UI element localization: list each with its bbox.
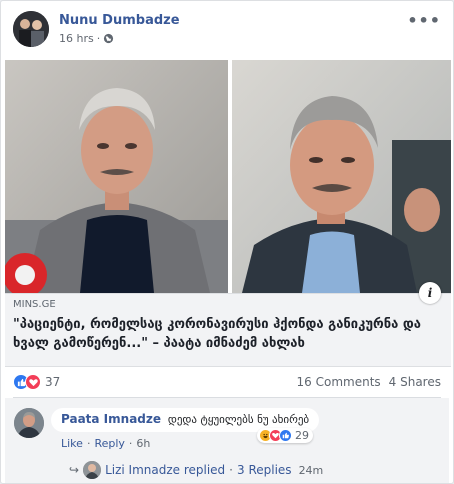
comment-text: დედა ტყუილებს ნუ ახირებ [167, 413, 310, 426]
reaction-summary[interactable]: 37 [13, 374, 60, 390]
replies-separator: · [229, 463, 233, 477]
reply-arrow-icon: ↪ [69, 463, 80, 477]
post-time[interactable]: 16 hrs [59, 32, 94, 45]
comment-like-button[interactable]: Like [61, 437, 83, 450]
photo-left-image [5, 60, 228, 293]
replies-label[interactable]: Lizi Imnadze replied [105, 463, 225, 477]
replier-avatar [83, 461, 102, 479]
action-separator: · [86, 437, 91, 450]
post-photos[interactable] [5, 60, 451, 293]
replies-count[interactable]: 3 Replies [237, 463, 292, 477]
facebook-post: Nunu Dumbadze 16 hrs · ••• MINS.GE "პაცი… [0, 0, 454, 484]
action-separator: · [128, 437, 133, 450]
author-name[interactable]: Nunu Dumbadze [59, 13, 180, 28]
avatar-image [13, 11, 49, 47]
replies-time: 24m [298, 463, 324, 477]
photo-right[interactable] [232, 60, 451, 293]
link-headline[interactable]: "პაციენტი, რომელსაც კორონავირუსი ჰქონდა … [13, 315, 439, 353]
more-options-icon[interactable]: ••• [407, 11, 441, 30]
meta-separator: · [96, 32, 101, 45]
shares-count[interactable]: 4 Shares [389, 375, 441, 389]
post-meta: 16 hrs · [59, 32, 114, 45]
author-avatar[interactable] [13, 11, 49, 47]
commenter-name[interactable]: Paata Imnadze [61, 412, 161, 426]
link-preview[interactable]: MINS.GE "პაციენტი, რომელსაც კორონავირუსი… [5, 282, 451, 367]
commenter-avatar-image [14, 408, 44, 438]
engagement-counts: 16 Comments 4 Shares [297, 375, 441, 389]
reaction-count: 37 [45, 375, 61, 389]
photo-right-image [232, 60, 451, 293]
comment-reactions[interactable]: 29 [257, 428, 313, 443]
comment-reaction-count: 29 [295, 429, 309, 442]
info-icon[interactable]: i [419, 282, 441, 304]
comment-section: Paata Imnadze დედა ტყუილებს ნუ ახირებ 29… [5, 398, 449, 483]
post-stats: 37 16 Comments 4 Shares [13, 373, 441, 393]
post-header: Nunu Dumbadze 16 hrs · ••• [13, 11, 443, 51]
comments-count[interactable]: 16 Comments [297, 375, 381, 389]
link-domain: MINS.GE [13, 299, 56, 310]
comment-time[interactable]: 6h [136, 437, 150, 450]
globe-icon [104, 33, 114, 44]
love-reaction-icon [25, 374, 41, 390]
comment-reply-button[interactable]: Reply [94, 437, 124, 450]
view-replies[interactable]: ↪ Lizi Imnadze replied · 3 Replies 24m [69, 461, 323, 479]
comment-actions: Like · Reply · 6h [61, 437, 150, 450]
photo-left[interactable] [5, 60, 228, 293]
commenter-avatar[interactable] [14, 408, 44, 438]
like-reaction-icon [279, 429, 292, 442]
